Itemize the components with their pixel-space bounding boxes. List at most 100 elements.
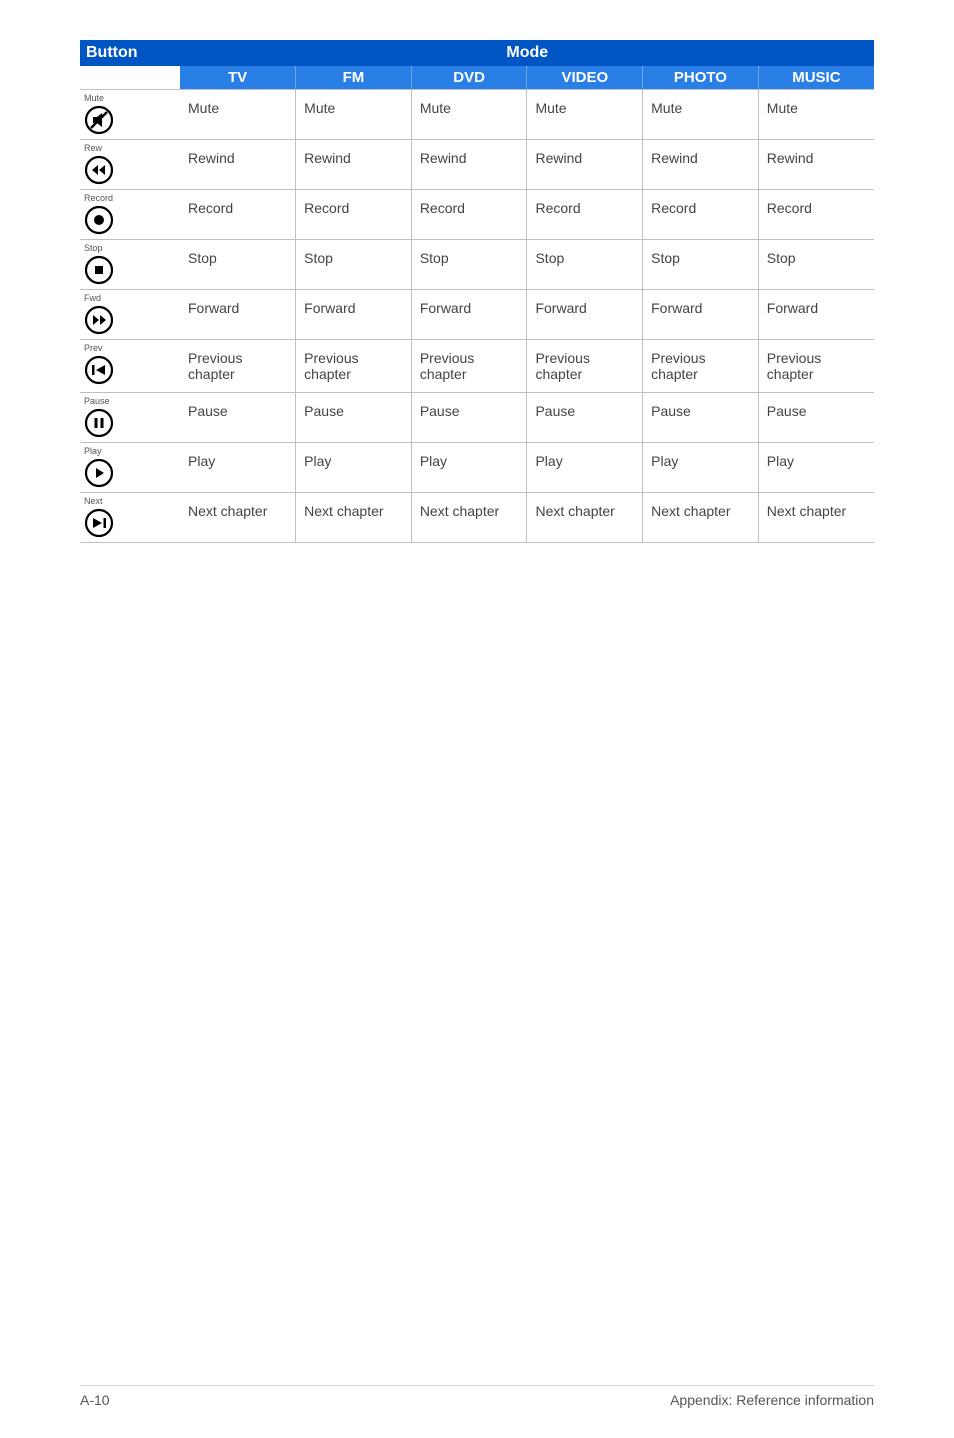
cell: Record bbox=[643, 190, 759, 240]
cell: Stop bbox=[758, 240, 874, 290]
table-row: Stop Stop Stop Stop Stop Stop Stop bbox=[80, 240, 874, 290]
cell: Previous chapter bbox=[180, 340, 296, 393]
rewind-icon bbox=[84, 155, 114, 185]
cell: Stop bbox=[296, 240, 412, 290]
cell: Play bbox=[296, 443, 412, 493]
forward-icon bbox=[84, 305, 114, 335]
mode-video-header: VIDEO bbox=[527, 66, 643, 90]
button-label: Pause bbox=[84, 397, 176, 406]
mute-icon bbox=[84, 105, 114, 135]
cell: Forward bbox=[411, 290, 527, 340]
button-cell-rew: Rew bbox=[80, 140, 180, 190]
cell: Pause bbox=[758, 393, 874, 443]
table-row: Next Next chapter Next chapter Next chap… bbox=[80, 493, 874, 543]
button-cell-next: Next bbox=[80, 493, 180, 543]
previous-icon bbox=[84, 355, 114, 385]
page-footer: A-10 Appendix: Reference information bbox=[80, 1385, 874, 1408]
cell: Pause bbox=[527, 393, 643, 443]
cell: Mute bbox=[411, 90, 527, 140]
cell: Next chapter bbox=[643, 493, 759, 543]
cell: Record bbox=[296, 190, 412, 240]
cell: Previous chapter bbox=[758, 340, 874, 393]
table-subheader-row: TV FM DVD VIDEO PHOTO MUSIC bbox=[80, 66, 874, 90]
page-number: A-10 bbox=[80, 1392, 110, 1408]
pause-icon bbox=[84, 408, 114, 438]
cell: Record bbox=[411, 190, 527, 240]
cell: Forward bbox=[296, 290, 412, 340]
table-row: Fwd Forward Forward Forward Forward Forw… bbox=[80, 290, 874, 340]
cell: Next chapter bbox=[527, 493, 643, 543]
cell: Pause bbox=[643, 393, 759, 443]
button-column-header: Button bbox=[80, 40, 180, 66]
cell: Play bbox=[527, 443, 643, 493]
table-row: Mute Mute Mute Mute Mute Mute Mute bbox=[80, 90, 874, 140]
button-label: Play bbox=[84, 447, 176, 456]
cell: Record bbox=[758, 190, 874, 240]
section-title: Appendix: Reference information bbox=[670, 1392, 874, 1408]
cell: Previous chapter bbox=[527, 340, 643, 393]
button-cell-prev: Prev bbox=[80, 340, 180, 393]
button-cell-pause: Pause bbox=[80, 393, 180, 443]
next-icon bbox=[84, 508, 114, 538]
button-label: Prev bbox=[84, 344, 176, 353]
cell: Forward bbox=[643, 290, 759, 340]
cell: Mute bbox=[296, 90, 412, 140]
cell: Stop bbox=[180, 240, 296, 290]
button-cell-record: Record bbox=[80, 190, 180, 240]
button-cell-play: Play bbox=[80, 443, 180, 493]
mode-music-header: MUSIC bbox=[758, 66, 874, 90]
cell: Stop bbox=[643, 240, 759, 290]
mode-dvd-header: DVD bbox=[411, 66, 527, 90]
button-cell-stop: Stop bbox=[80, 240, 180, 290]
button-cell-fwd: Fwd bbox=[80, 290, 180, 340]
cell: Forward bbox=[758, 290, 874, 340]
cell: Play bbox=[411, 443, 527, 493]
cell: Mute bbox=[643, 90, 759, 140]
cell: Pause bbox=[411, 393, 527, 443]
mode-fm-header: FM bbox=[296, 66, 412, 90]
cell: Previous chapter bbox=[296, 340, 412, 393]
cell: Stop bbox=[527, 240, 643, 290]
button-label: Fwd bbox=[84, 294, 176, 303]
table-row: Pause Pause Pause Pause Pause Pause Paus… bbox=[80, 393, 874, 443]
cell: Record bbox=[180, 190, 296, 240]
cell: Stop bbox=[411, 240, 527, 290]
cell: Record bbox=[527, 190, 643, 240]
mode-tv-header: TV bbox=[180, 66, 296, 90]
cell: Mute bbox=[180, 90, 296, 140]
button-label: Mute bbox=[84, 94, 176, 103]
button-mode-table: Button Mode TV FM DVD VIDEO PHOTO MUSIC … bbox=[80, 40, 874, 543]
cell: Rewind bbox=[758, 140, 874, 190]
cell: Next chapter bbox=[296, 493, 412, 543]
record-icon bbox=[84, 205, 114, 235]
table-row: Prev Previous chapter Previous chapter P… bbox=[80, 340, 874, 393]
cell: Pause bbox=[296, 393, 412, 443]
cell: Play bbox=[643, 443, 759, 493]
button-label: Record bbox=[84, 194, 176, 203]
cell: Rewind bbox=[411, 140, 527, 190]
cell: Forward bbox=[180, 290, 296, 340]
cell: Mute bbox=[758, 90, 874, 140]
cell: Rewind bbox=[180, 140, 296, 190]
cell: Next chapter bbox=[758, 493, 874, 543]
mode-column-header: Mode bbox=[180, 40, 874, 66]
table-row: Rew Rewind Rewind Rewind Rewind Rewind R… bbox=[80, 140, 874, 190]
stop-icon bbox=[84, 255, 114, 285]
subheader-empty-cell bbox=[80, 66, 180, 90]
cell: Previous chapter bbox=[411, 340, 527, 393]
cell: Rewind bbox=[296, 140, 412, 190]
button-label: Rew bbox=[84, 144, 176, 153]
cell: Previous chapter bbox=[643, 340, 759, 393]
cell: Rewind bbox=[527, 140, 643, 190]
cell: Rewind bbox=[643, 140, 759, 190]
cell: Play bbox=[758, 443, 874, 493]
table-row: Play Play Play Play Play Play Play bbox=[80, 443, 874, 493]
table-header-row: Button Mode bbox=[80, 40, 874, 66]
mode-photo-header: PHOTO bbox=[643, 66, 759, 90]
cell: Play bbox=[180, 443, 296, 493]
table-row: Record Record Record Record Record Recor… bbox=[80, 190, 874, 240]
cell: Mute bbox=[527, 90, 643, 140]
button-label: Next bbox=[84, 497, 176, 506]
play-icon bbox=[84, 458, 114, 488]
cell: Next chapter bbox=[180, 493, 296, 543]
